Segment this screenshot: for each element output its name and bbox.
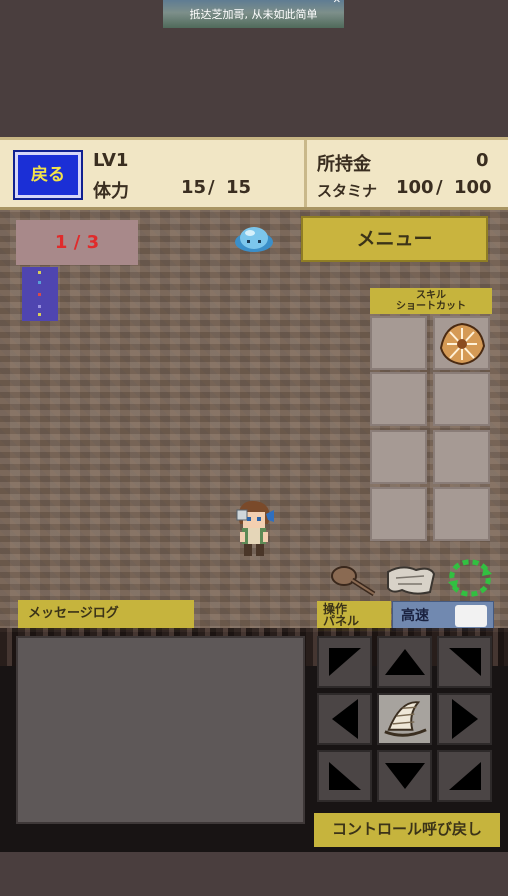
stamina-label: スタミナ	[317, 182, 378, 200]
back-button[interactable]: 戻る	[13, 150, 83, 200]
arrow-up-right-icon	[448, 648, 481, 676]
dpad-center-button[interactable]	[377, 693, 432, 745]
control-panel-label: 操作 パネル	[317, 601, 391, 631]
status-bar: 戻る LV1 体力 15 / 15 所持金 0 スタミナ 100 / 100	[0, 137, 508, 210]
arrow-right-icon	[451, 699, 478, 739]
arrow-down-icon	[384, 763, 425, 789]
stamina-current: 100	[396, 177, 434, 198]
dpad-up-button[interactable]	[377, 636, 432, 688]
cloth-map-icon[interactable]	[384, 562, 438, 598]
footer-area	[0, 852, 508, 896]
ad-banner-text: 抵达芝加哥, 从未如此简单	[189, 8, 318, 21]
skill-slot[interactable]	[433, 372, 490, 426]
minimap-marker	[38, 313, 41, 316]
slime-enemy-icon[interactable]	[232, 223, 276, 253]
message-log-area	[16, 636, 305, 824]
skill-slot[interactable]	[433, 316, 490, 370]
skill-shortcut-line2: ショートカット	[396, 301, 466, 312]
skill-slot[interactable]	[370, 372, 427, 426]
skill-slot[interactable]	[370, 316, 427, 370]
arrow-down-right-icon	[448, 762, 481, 790]
skill-shortcut-label: スキル ショートカット	[370, 288, 492, 314]
status-divider	[304, 140, 307, 207]
floor-current: 1	[54, 232, 68, 253]
control-panel-line2: パネル	[323, 614, 360, 628]
speed-toggle[interactable]: 高速	[392, 601, 494, 631]
stamina-max: 100	[454, 177, 492, 198]
skill-slot[interactable]	[433, 487, 490, 541]
toggle-knob[interactable]	[455, 605, 487, 627]
arrow-left-icon	[331, 699, 358, 739]
dpad-left-button[interactable]	[317, 693, 372, 745]
speed-label: 高速	[401, 608, 429, 624]
refresh-icon[interactable]	[444, 558, 496, 598]
minimap[interactable]	[22, 267, 58, 321]
dpad-up-right-button[interactable]	[437, 636, 492, 688]
floor-total: 3	[86, 232, 100, 253]
sailing-ship-icon	[384, 701, 427, 737]
stamina-separator: /	[436, 177, 443, 198]
player-character	[236, 500, 274, 556]
hp-current: 15	[181, 177, 207, 198]
minimap-marker	[38, 305, 41, 308]
floor-separator: /	[73, 232, 87, 253]
minimap-marker	[38, 281, 41, 284]
hp-label: 体力	[93, 181, 129, 202]
dpad-right-button[interactable]	[437, 693, 492, 745]
arrow-up-icon	[384, 649, 425, 675]
arrow-up-left-icon	[328, 648, 361, 676]
skill-shortcut-line1: スキル	[416, 290, 446, 301]
hp-separator: /	[208, 177, 215, 198]
gold-value: 0	[476, 150, 489, 171]
skill-slot[interactable]	[433, 430, 490, 484]
wooden-club-icon[interactable]	[328, 562, 376, 598]
hp-max: 15	[226, 177, 252, 198]
dpad-down-left-button[interactable]	[317, 750, 372, 802]
shell-item-icon	[439, 322, 486, 366]
gold-label: 所持金	[317, 154, 371, 175]
level-label: LV1	[93, 150, 129, 171]
skill-slot[interactable]	[370, 487, 427, 541]
minimap-marker	[38, 271, 41, 274]
dpad-down-button[interactable]	[377, 750, 432, 802]
menu-button[interactable]: メニュー	[301, 216, 488, 262]
dpad-up-left-button[interactable]	[317, 636, 372, 688]
skill-slot[interactable]	[370, 430, 427, 484]
message-log-label: メッセージログ	[18, 600, 194, 630]
floor-indicator: 1 / 3	[16, 220, 138, 265]
minimap-player-marker	[38, 293, 41, 296]
arrow-down-left-icon	[328, 762, 361, 790]
close-x-icon[interactable]: ✕	[333, 0, 341, 11]
dpad-down-right-button[interactable]	[437, 750, 492, 802]
control-recall-button[interactable]: コントロール呼び戻し	[314, 813, 500, 847]
ad-banner[interactable]: 抵达芝加哥, 从未如此简单 ✕	[163, 0, 344, 28]
